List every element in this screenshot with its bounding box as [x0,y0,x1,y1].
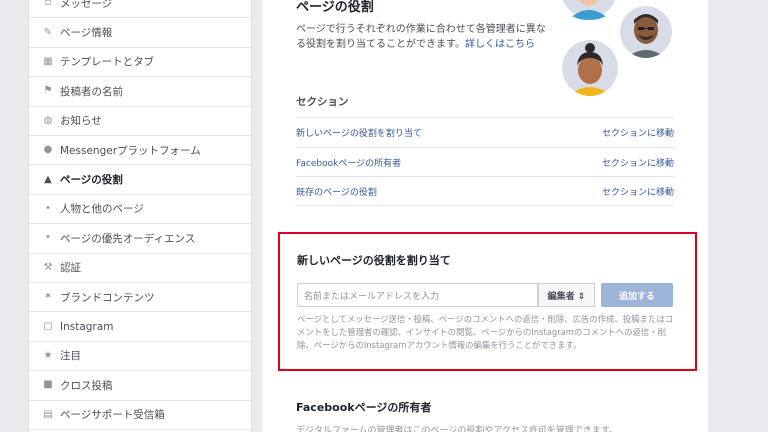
sidebar-item[interactable]: ▦ テンプレートとタブ [29,48,251,78]
input-placeholder: 名前またはメールアドレスを入力 [304,291,440,302]
avatar-illustration-2 [620,6,672,58]
sidebar-item-label: Instagram [60,320,114,333]
sidebar-item[interactable]: ■ クロス投稿 [29,371,251,401]
section-row-assign[interactable]: 新しいページの役割を割り当て セクションに移動 [296,117,674,147]
sidebar-item-label: クロス投稿 [60,379,113,392]
sidebar-item[interactable]: ▫ メッセージ [29,0,251,19]
go-to-section-link[interactable]: セクションに移動 [602,185,674,198]
people-icon: • [45,202,51,214]
person-icon: ▲ [44,173,52,185]
owner-section-title: Facebookページの所有者 [296,401,432,414]
sidebar-item-label: ページ情報 [60,27,113,40]
instagram-icon: ▢ [43,320,53,332]
video-icon: ■ [43,379,53,391]
sidebar-item-label: 認証 [60,262,81,275]
sidebar-item-label: 投稿者の名前 [60,85,123,98]
learn-more-link[interactable]: 詳しくはこちら [465,39,535,50]
sidebar-item[interactable]: ◍ お知らせ [29,107,251,136]
settings-sidebar: ▫ メッセージ ✎ ページ情報 ▦ テンプレートとタブ ⚑ 投稿者の名前 ◍ お知らせ ● Messe… [28,0,252,432]
inbox-icon: ▤ [43,408,53,420]
wrench-icon: ⚒ [43,261,53,273]
role-select[interactable]: 編集者 ⇕ [538,283,595,307]
sidebar-item[interactable]: ⚒ 認証 [29,254,251,283]
sidebar-item[interactable]: ▢ Instagram [29,312,251,342]
sidebar-item-label: 注目 [60,350,81,363]
sidebar-item[interactable]: • 人物と他のページ [29,195,251,225]
page-roles-card: ページの役割 ページで行うそれぞれの作業に合わせて各管理者に異なる役割を割り当て… [262,0,708,213]
star-icon: ★ [43,349,53,361]
sidebar-item-label: ブランドコンテンツ [60,291,155,304]
section-row-existing[interactable]: 既存のページの役割 セクションに移動 [296,176,674,206]
assign-role-title: 新しいページの役割を割り当て [297,254,451,267]
sidebar-item[interactable]: ▲ ページの役割 [29,165,251,195]
page-title: ページの役割 [296,0,374,15]
sidebar-item[interactable]: ⚑ 投稿者の名前 [29,77,251,107]
messenger-icon: ● [43,144,53,156]
sidebar-item[interactable]: • ページの優先オーディエンス [29,224,251,254]
name-or-email-input[interactable]: 名前またはメールアドレスを入力 [297,283,538,307]
section-row-owner[interactable]: Facebookページの所有者 セクションに移動 [296,147,674,177]
page-roles-description: ページで行うそれぞれの作業に合わせて各管理者に異なる役割を割り当てることができま… [296,24,546,50]
sidebar-item[interactable]: ✶ ブランドコンテンツ [29,283,251,313]
sidebar-item[interactable]: ▤ ページサポート受信箱 [29,401,251,430]
main-content: ページの役割 ページで行うそれぞれの作業に合わせて各管理者に異なる役割を割り当て… [262,0,708,432]
sidebar-item[interactable]: ✎ ページ情報 [29,18,251,48]
people-icon: • [45,232,51,244]
owner-section-description: デジタルファームの管理者はこのページの役割やアクセス許可を管理できます。 [296,426,619,432]
sidebar-item[interactable]: ● Messengerプラットフォーム [29,136,251,166]
section-row-label[interactable]: 既存のページの役割 [296,185,377,198]
sidebar-item-label: ページサポート受信箱 [60,409,165,422]
avatar-illustration-3 [562,40,618,96]
sidebar-item-label: お知らせ [60,115,102,128]
sidebar-item-label: ページの優先オーディエンス [60,232,196,245]
section-row-label[interactable]: Facebookページの所有者 [296,156,401,169]
avatar-illustration-1 [562,0,616,20]
sidebar-item-label: 人物と他のページ [60,203,144,216]
section-row-label[interactable]: 新しいページの役割を割り当て [296,126,422,139]
sections-heading: セクション [296,96,349,108]
go-to-section-link[interactable]: セクションに移動 [602,156,674,169]
add-button[interactable]: 追加する [601,283,673,307]
grid-icon: ▦ [43,55,53,67]
assign-role-card: 新しいページの役割を割り当て 名前またはメールアドレスを入力 編集者 ⇕ 追加す… [278,232,697,371]
globe-icon: ◍ [43,114,53,126]
flag-icon: ⚑ [43,85,53,97]
handshake-icon: ✶ [43,291,53,303]
role-help-text: ページとしてメッセージ送信・投稿、ページのコメントへの返信・削除、広告の作成、投… [297,314,674,350]
sidebar-item-label: ページの役割 [60,174,123,187]
message-icon: ▫ [44,0,52,9]
go-to-section-link[interactable]: セクションに移動 [602,126,674,139]
sidebar-item-label: テンプレートとタブ [60,56,155,69]
sidebar-item-label: メッセージ [60,0,113,10]
sidebar-item-label: Messengerプラットフォーム [60,144,201,157]
pencil-icon: ✎ [43,26,53,38]
sidebar-item[interactable]: ★ 注目 [29,342,251,372]
